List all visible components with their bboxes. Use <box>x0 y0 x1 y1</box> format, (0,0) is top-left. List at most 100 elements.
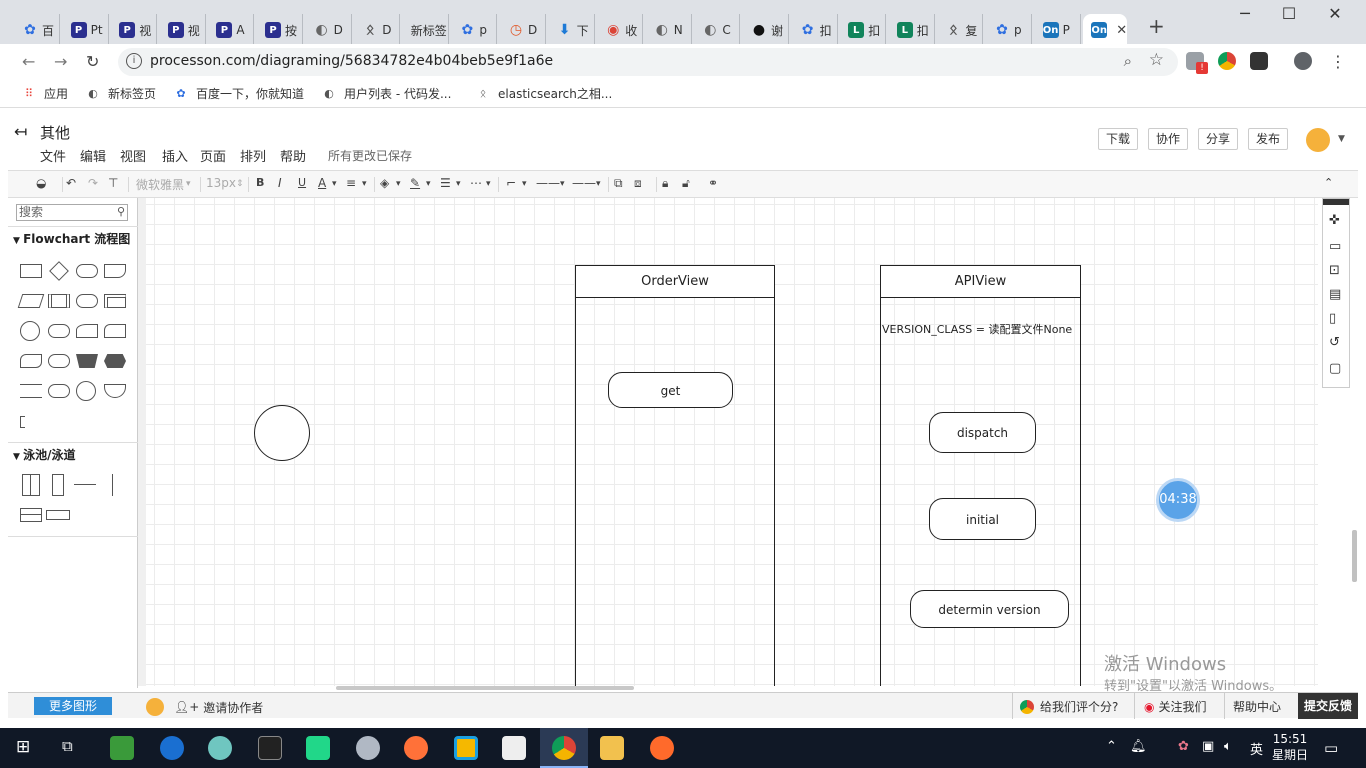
flower-tray-icon[interactable]: ✿ <box>1178 739 1189 754</box>
shape-lane-vertical[interactable] <box>52 474 64 496</box>
bookmark-item[interactable]: ⠿ 应用 <box>22 85 68 102</box>
shape-separator-vertical[interactable] <box>112 474 114 496</box>
invite-button[interactable]: 👤︎+ 邀请协作者 <box>146 698 263 716</box>
chrome-taskbar-active[interactable] <box>540 728 588 768</box>
feedback-button[interactable]: 提交反馈 <box>1298 693 1358 719</box>
section-flowchart[interactable]: ▼ Flowchart 流程图 <box>8 226 138 250</box>
tab-1[interactable]: P Pt <box>63 14 109 46</box>
node-initial[interactable]: initial <box>929 498 1036 540</box>
image-icon[interactable]: ▭ <box>1329 239 1341 254</box>
bookmark-item[interactable]: ◐ 用户列表 - 代码发... <box>322 85 451 102</box>
reload-icon[interactable]: ↻ <box>86 52 99 71</box>
info-icon[interactable]: i <box>126 53 142 69</box>
close-window-icon[interactable]: ✕ <box>1312 4 1358 23</box>
link-icon[interactable]: ⚭ <box>708 176 718 190</box>
ime-indicator[interactable]: 英 <box>1250 739 1263 758</box>
chrome-extension-icon[interactable] <box>1218 52 1236 70</box>
tab-12[interactable]: ◉ 收 <box>597 14 644 46</box>
undo-icon[interactable]: ↶ <box>66 176 76 190</box>
tab-3[interactable]: P视 <box>160 14 206 46</box>
windows-start-icon[interactable]: ⊞ <box>16 737 30 757</box>
tab-6[interactable]: ◐ D <box>306 14 352 46</box>
diagram-canvas[interactable]: OrderView get APIView VERSION_CLASS = 读配… <box>146 198 1318 686</box>
node-dispatch[interactable]: dispatch <box>929 412 1036 453</box>
shape-delay[interactable] <box>48 324 70 338</box>
history-icon[interactable]: ↺ <box>1329 335 1340 350</box>
tab-13[interactable]: ◐ N <box>646 14 692 46</box>
node-get[interactable]: get <box>608 372 733 408</box>
shape-pool-vertical[interactable] <box>22 474 40 496</box>
collapse-toolbar-icon[interactable]: ⌃ <box>1324 176 1333 189</box>
swimlane-orderview[interactable]: OrderView <box>575 265 775 686</box>
omnibox[interactable]: i processon.com/diagraming/56834782e4b04… <box>118 48 1178 76</box>
paint-app-icon[interactable] <box>356 736 380 760</box>
bring-front-icon[interactable]: ⧉ <box>614 176 623 191</box>
fill-color-icon[interactable]: ◈ <box>380 176 389 190</box>
chevron-up-icon[interactable]: ⌃ <box>1106 739 1117 754</box>
close-tab-icon[interactable]: ✕ <box>1116 23 1127 38</box>
shape-document[interactable] <box>104 264 126 278</box>
sublime-app-icon[interactable] <box>650 736 674 760</box>
shape-lane-horizontal[interactable] <box>46 510 70 520</box>
shape-pool-horizontal[interactable] <box>20 508 42 522</box>
shape-annotation[interactable] <box>20 416 25 428</box>
shape-shield[interactable] <box>104 384 126 398</box>
unlock-icon[interactable]: 🔓︎ <box>682 176 690 191</box>
style-brush-icon[interactable]: ◒ <box>36 176 46 190</box>
resize-icon[interactable]: ⊡ <box>1329 263 1340 278</box>
bold-icon[interactable]: B <box>256 176 264 189</box>
tab-2[interactable]: P视 <box>111 14 158 46</box>
zoom-icon[interactable]: ⌕ <box>1124 52 1132 70</box>
notepad-app-icon[interactable] <box>110 736 134 760</box>
profile-icon[interactable] <box>1294 52 1312 70</box>
minimize-icon[interactable]: ─ <box>1222 4 1268 23</box>
tab-17[interactable]: L扣 <box>840 14 887 46</box>
bookmark-item[interactable]: ✿ 百度一下，你就知道 <box>174 85 304 102</box>
bookmark-item[interactable]: ᛟ elasticsearch之相... <box>476 85 613 102</box>
network-icon[interactable]: ▣ <box>1202 739 1214 754</box>
tab-4[interactable]: PA <box>208 14 255 46</box>
redo-icon[interactable]: ↷ <box>88 176 98 190</box>
menu-item[interactable]: 文件 <box>40 146 66 165</box>
horizontal-scrollbar[interactable] <box>336 686 634 690</box>
shape-predefined[interactable] <box>48 294 70 308</box>
volume-icon[interactable]: 🔈︎ <box>1224 739 1232 754</box>
comment-icon[interactable]: ▢ <box>1329 361 1341 376</box>
follow-button[interactable]: ◉ 关注我们 <box>1144 698 1207 715</box>
maximize-icon[interactable]: ☐ <box>1266 4 1312 23</box>
menu-dots-icon[interactable]: ⋮ <box>1330 52 1346 71</box>
shape-manual-input[interactable] <box>76 324 98 338</box>
shape-stored[interactable] <box>76 294 98 308</box>
menu-item[interactable]: 页面 <box>200 146 226 165</box>
terminal-app-icon[interactable] <box>258 736 282 760</box>
pycharm-app-icon[interactable] <box>306 736 330 760</box>
header-button-1[interactable]: 协作 <box>1148 128 1189 150</box>
tab-11[interactable]: ⬇ 下 <box>549 14 595 46</box>
tab-7[interactable]: ᛟD <box>354 14 401 46</box>
align-icon[interactable]: ≡ <box>346 176 356 190</box>
tab-0[interactable]: ✿ 百 <box>14 14 60 46</box>
send-back-icon[interactable]: ⧈ <box>634 176 642 191</box>
underline-icon[interactable]: U <box>298 176 306 189</box>
forward-icon[interactable]: → <box>54 52 67 71</box>
format-painter-icon[interactable]: ⊤ <box>108 176 118 190</box>
line-start-icon[interactable]: —— <box>536 176 560 190</box>
header-button-0[interactable]: 下载 <box>1098 128 1139 150</box>
extension2-icon[interactable] <box>1250 52 1268 70</box>
shape-terminator[interactable] <box>76 264 98 278</box>
shape-data[interactable] <box>17 294 45 308</box>
rate-button[interactable]: 给我们评个分? <box>1020 698 1118 715</box>
menu-item[interactable]: 插入 <box>162 146 188 165</box>
tab-22[interactable]: On ✕ <box>1083 14 1128 46</box>
page-icon[interactable]: ▯ <box>1329 311 1336 326</box>
circle-shape[interactable] <box>254 405 310 461</box>
task-view-icon[interactable]: ⧉ <box>62 737 73 755</box>
font-size-select[interactable]: 13px <box>206 176 236 190</box>
header-button-3[interactable]: 发布 <box>1248 128 1289 150</box>
header-button-2[interactable]: 分享 <box>1198 128 1239 150</box>
back-arrow-icon[interactable]: ↤ <box>14 122 27 141</box>
shape-off-page[interactable] <box>76 381 96 401</box>
version-class-text[interactable]: VERSION_CLASS = 读配置文件None <box>882 321 1072 337</box>
tab-16[interactable]: ✿ 扣 <box>792 14 838 46</box>
menu-item[interactable]: 视图 <box>120 146 146 165</box>
